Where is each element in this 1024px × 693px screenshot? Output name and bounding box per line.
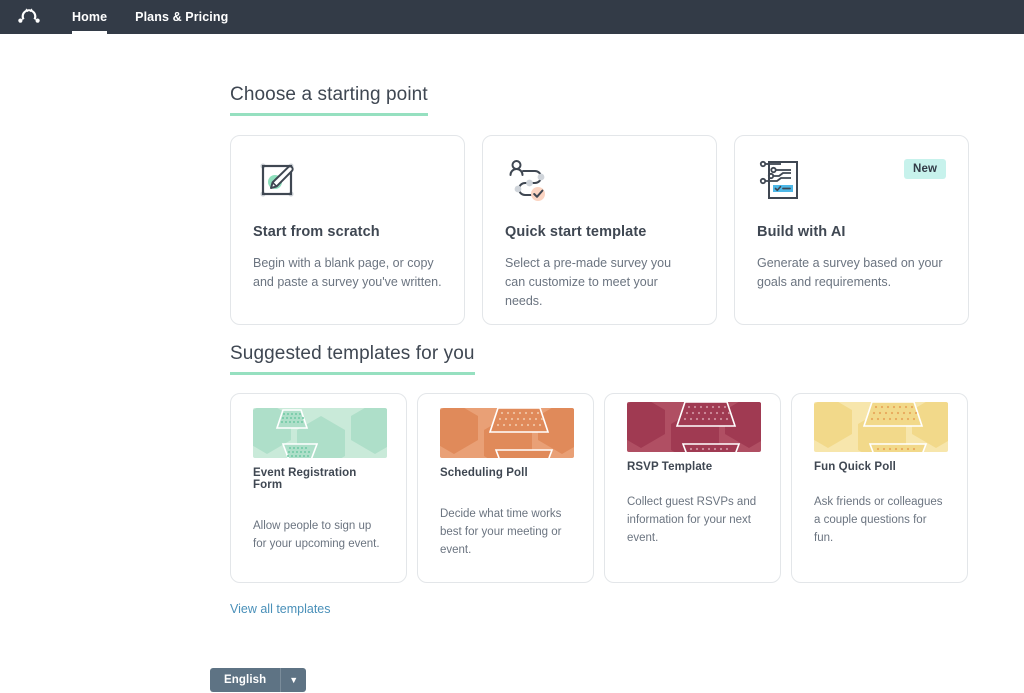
view-all-templates-link[interactable]: View all templates (230, 602, 331, 616)
start-from-scratch-title: Start from scratch (253, 224, 380, 240)
build-with-ai-card[interactable]: New Build with AI Generate a survey base… (734, 135, 969, 325)
template-thumbnail (814, 402, 948, 452)
pencil-square-icon (253, 156, 442, 212)
template-thumbnail (440, 408, 574, 458)
person-flow-check-icon (505, 156, 694, 212)
language-selector[interactable]: English ▼ (210, 668, 307, 692)
suggested-templates-section: Suggested templates for you (230, 343, 984, 375)
top-navigation-bar: Home Plans & Pricing (0, 0, 1024, 34)
template-card-event-registration-form[interactable]: Event Registration Form Allow people to … (230, 393, 407, 583)
nav-item-home-label: Home (72, 10, 108, 24)
template-card-fun-quick-poll[interactable]: Fun Quick Poll Ask friends or colleagues… (791, 393, 968, 583)
nav-item-plans-pricing[interactable]: Plans & Pricing (121, 0, 242, 34)
starting-point-title: Choose a starting point (230, 84, 428, 116)
main-nav: Home Plans & Pricing (58, 0, 242, 34)
template-title: Scheduling Poll (440, 467, 528, 479)
starting-point-card-row: Start from scratch Begin with a blank pa… (230, 135, 984, 325)
template-description: Collect guest RSVPs and information for … (627, 496, 757, 544)
template-description: Decide what time works best for your mee… (440, 508, 562, 556)
quick-start-template-description: Select a pre-made survey you can customi… (505, 256, 672, 308)
nav-item-plans-pricing-label: Plans & Pricing (135, 10, 229, 24)
chevron-down-icon[interactable]: ▼ (280, 668, 306, 692)
template-description: Ask friends or colleagues a couple quest… (814, 496, 943, 544)
template-card-scheduling-poll[interactable]: Scheduling Poll Decide what time works b… (417, 393, 594, 583)
template-card-rsvp-template[interactable]: RSVP Template Collect guest RSVPs and in… (604, 393, 781, 583)
suggested-templates-title: Suggested templates for you (230, 343, 475, 375)
quick-start-template-card[interactable]: Quick start template Select a pre-made s… (482, 135, 717, 325)
surveymonkey-logo-icon[interactable] (10, 0, 48, 34)
template-thumbnail (253, 408, 387, 458)
status-badge-new: New (904, 159, 946, 179)
language-selector-label: English (224, 674, 267, 686)
template-description: Allow people to sign up for your upcomin… (253, 520, 380, 550)
build-with-ai-title: Build with AI (757, 224, 846, 240)
template-title: Event Registration Form (253, 467, 357, 491)
quick-start-template-title: Quick start template (505, 224, 647, 240)
start-from-scratch-card[interactable]: Start from scratch Begin with a blank pa… (230, 135, 465, 325)
page-content: Choose a starting point Start from scrat… (0, 84, 1024, 618)
starting-point-section: Choose a starting point (230, 84, 984, 116)
build-with-ai-description: Generate a survey based on your goals an… (757, 256, 943, 289)
language-selector-wrap: English ▼ (0, 668, 1024, 692)
start-from-scratch-description: Begin with a blank page, or copy and pas… (253, 256, 442, 289)
nav-item-home[interactable]: Home (58, 0, 121, 34)
template-title: Fun Quick Poll (814, 461, 896, 473)
template-card-row: Event Registration Form Allow people to … (230, 393, 984, 583)
template-title: RSVP Template (627, 461, 713, 473)
template-thumbnail (627, 402, 761, 452)
